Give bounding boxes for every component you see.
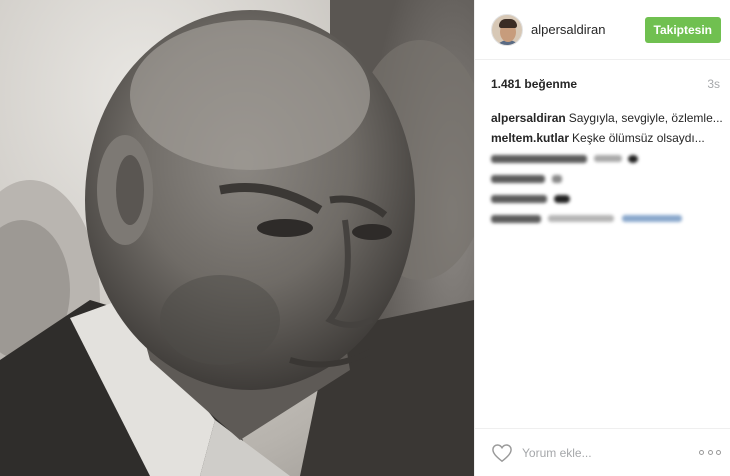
- post-header: alpersaldiran Takiptesin: [475, 0, 730, 60]
- comments-list: alpersaldiran Saygıyla, sevgiyle, özlemle…: [491, 108, 722, 228]
- blurred-comment-item: [491, 188, 722, 208]
- like-count[interactable]: 1.481 beğenme: [491, 77, 577, 91]
- heart-icon[interactable]: [491, 443, 513, 463]
- comment-text: Keşke ölümsüz olsaydı...: [572, 131, 705, 145]
- heart-emoji-icon: [627, 154, 638, 163]
- blurred-text: [552, 174, 563, 183]
- heart-emoji-icon: [554, 194, 571, 203]
- comment-item: alpersaldiran Saygıyla, sevgiyle, özlemle…: [491, 108, 722, 128]
- comment-username[interactable]: alpersaldiran: [491, 111, 566, 125]
- blurred-hashtag: [621, 215, 682, 223]
- blurred-comment-item: [491, 208, 722, 228]
- following-button[interactable]: Takiptesin: [644, 16, 721, 43]
- blurred-text: [548, 215, 615, 223]
- blurred-username: [491, 194, 547, 203]
- portrait-image: [0, 0, 474, 476]
- more-dot: [707, 450, 713, 455]
- more-options-icon[interactable]: [699, 448, 721, 458]
- post-author-username[interactable]: alpersaldiran: [531, 22, 645, 37]
- more-dot: [716, 450, 721, 455]
- instagram-post: alpersaldiran Takiptesin 1.481 beğenme 3…: [0, 0, 730, 476]
- likes-row: 1.481 beğenme 3s: [491, 77, 720, 91]
- blurred-comment-item: [491, 168, 722, 188]
- add-comment-input[interactable]: [522, 445, 699, 460]
- post-sidebar: alpersaldiran Takiptesin 1.481 beğenme 3…: [474, 0, 730, 476]
- blurred-comment-item: [491, 148, 722, 168]
- avatar[interactable]: [491, 13, 523, 46]
- blurred-username: [491, 174, 545, 183]
- post-footer: [475, 428, 730, 476]
- blurred-username: [491, 154, 587, 163]
- comment-username[interactable]: meltem.kutlar: [491, 131, 569, 145]
- avatar-hair: [499, 18, 517, 28]
- comment-text: Saygıyla, sevgiyle, özlemle...: [568, 111, 722, 125]
- more-dot: [699, 450, 704, 455]
- blurred-username: [491, 214, 541, 223]
- post-photo[interactable]: [0, 0, 474, 476]
- comment-item: meltem.kutlar Keşke ölümsüz olsaydı...: [491, 128, 722, 148]
- blurred-text: [594, 155, 623, 163]
- post-time[interactable]: 3s: [707, 77, 720, 91]
